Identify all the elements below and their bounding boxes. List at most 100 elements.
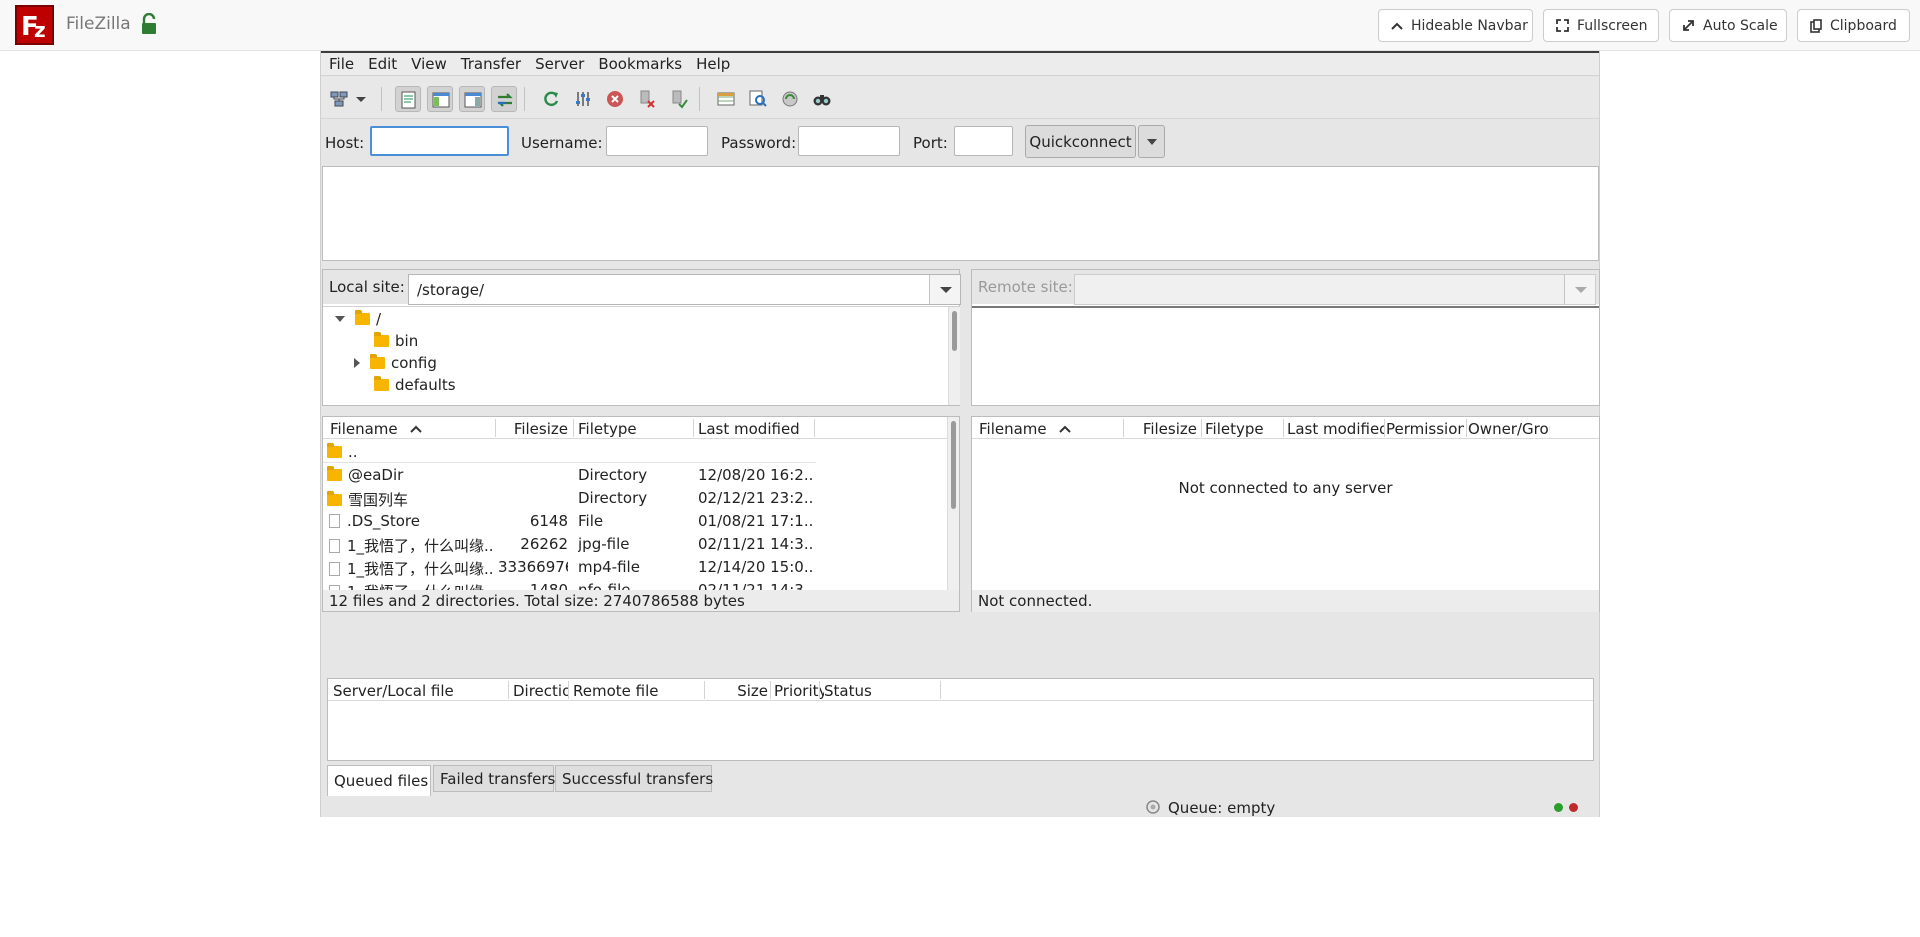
column-permissions[interactable]: Permissions bbox=[1386, 420, 1464, 438]
column-filesize[interactable]: Filesize bbox=[498, 420, 568, 438]
collapsed-arrow-icon[interactable] bbox=[354, 358, 360, 368]
column-separator bbox=[693, 419, 694, 437]
auto-scale-button[interactable]: Auto Scale bbox=[1669, 9, 1787, 42]
table-row[interactable]: 雪国列车 Directory 02/12/21 23:2... bbox=[323, 486, 947, 509]
username-input[interactable] bbox=[606, 126, 708, 156]
menu-view[interactable]: View bbox=[409, 55, 456, 73]
host-input[interactable] bbox=[370, 126, 509, 156]
toolbar-separator bbox=[699, 87, 700, 111]
table-row[interactable]: .. bbox=[323, 440, 816, 463]
column-filetype[interactable]: Filetype bbox=[578, 420, 688, 438]
bottom-status-bar: Queue: empty bbox=[321, 798, 1599, 818]
cancel-icon[interactable] bbox=[602, 86, 628, 112]
tree-item-label: config bbox=[391, 354, 437, 372]
expand-icon bbox=[1556, 19, 1569, 32]
column-priority[interactable]: Priority bbox=[774, 682, 824, 700]
table-row[interactable]: 1_我悟了，什么叫缘... 26262 jpg-file 02/11/21 14:3.… bbox=[323, 532, 947, 555]
tab-queued-files[interactable]: Queued files bbox=[327, 765, 431, 796]
folder-icon bbox=[374, 332, 389, 347]
hideable-navbar-label: Hideable Navbar bbox=[1411, 17, 1528, 34]
remote-directory-tree bbox=[972, 306, 1599, 405]
scrollbar-thumb[interactable] bbox=[951, 421, 956, 509]
column-filesize[interactable]: Filesize bbox=[1127, 420, 1197, 438]
tab-successful-transfers[interactable]: Successful transfers bbox=[555, 765, 713, 792]
host-label: Host: bbox=[325, 134, 365, 152]
local-tree-scrollbar[interactable] bbox=[948, 307, 960, 405]
remote-tree-panel: Remote site: bbox=[971, 269, 1600, 406]
menu-help[interactable]: Help bbox=[694, 55, 739, 73]
process-queue-icon[interactable] bbox=[570, 86, 596, 112]
toggle-message-log-icon[interactable] bbox=[395, 86, 421, 112]
column-separator bbox=[770, 681, 771, 699]
clipboard-button[interactable]: Clipboard bbox=[1797, 9, 1910, 42]
search-remote-files-icon[interactable] bbox=[809, 86, 835, 112]
column-direction[interactable]: Direction bbox=[513, 682, 569, 700]
column-size[interactable]: Size bbox=[708, 682, 768, 700]
column-remote-file[interactable]: Remote file bbox=[573, 682, 703, 700]
expanded-arrow-icon[interactable] bbox=[335, 316, 345, 322]
filename-text: 1_我悟了，什么叫缘... bbox=[347, 537, 495, 555]
synchronized-browsing-icon[interactable] bbox=[777, 86, 803, 112]
menu-server[interactable]: Server bbox=[533, 55, 593, 73]
column-last-modified[interactable]: Last modified bbox=[1287, 420, 1384, 438]
sort-ascending-icon bbox=[1059, 425, 1072, 433]
quickconnect-dropdown[interactable] bbox=[1138, 125, 1165, 158]
port-input[interactable] bbox=[954, 126, 1013, 156]
column-separator bbox=[1466, 419, 1467, 437]
fullscreen-button[interactable]: Fullscreen bbox=[1543, 9, 1659, 42]
queue-status-icon bbox=[1145, 799, 1161, 819]
dropdown-arrow-icon[interactable] bbox=[348, 86, 374, 112]
tree-item-config[interactable]: config bbox=[354, 352, 437, 374]
disconnect-icon[interactable] bbox=[634, 86, 660, 112]
cell-filename: 雪国列车 bbox=[327, 489, 495, 510]
tree-item-bin[interactable]: bin bbox=[374, 330, 418, 352]
cell-filesize: 26262 bbox=[520, 535, 568, 553]
reconnect-icon[interactable] bbox=[666, 86, 692, 112]
toggle-local-tree-icon[interactable] bbox=[427, 86, 453, 112]
column-owner-group[interactable]: Owner/Group bbox=[1468, 420, 1550, 438]
menu-file[interactable]: File bbox=[327, 55, 363, 73]
folder-icon bbox=[327, 490, 342, 506]
toggle-remote-tree-icon[interactable] bbox=[459, 86, 485, 112]
column-filename[interactable]: Filename bbox=[979, 420, 1119, 438]
column-separator bbox=[1201, 419, 1202, 437]
column-status[interactable]: Status bbox=[824, 682, 934, 700]
hideable-navbar-button[interactable]: Hideable Navbar bbox=[1378, 9, 1533, 42]
column-filetype[interactable]: Filetype bbox=[1205, 420, 1280, 438]
menu-transfer[interactable]: Transfer bbox=[459, 55, 530, 73]
remote-site-combobox[interactable] bbox=[1074, 274, 1596, 305]
message-log[interactable] bbox=[322, 166, 1599, 261]
chevron-down-icon[interactable] bbox=[1564, 275, 1595, 304]
column-last-modified[interactable]: Last modified bbox=[698, 420, 808, 438]
column-filename[interactable]: Filename bbox=[330, 420, 490, 438]
table-row[interactable]: .DS_Store 6148 File 01/08/21 17:1... bbox=[323, 509, 947, 532]
tree-item-root[interactable]: / bbox=[335, 308, 381, 330]
table-row[interactable]: 1_我悟了，什么叫缘... 33366976 mp4-file 12/14/20 15… bbox=[323, 555, 947, 578]
cell-last-modified: 12/14/20 15:0... bbox=[698, 558, 814, 576]
password-input[interactable] bbox=[798, 126, 900, 156]
scrollbar-thumb[interactable] bbox=[952, 311, 957, 351]
tree-item-label: bin bbox=[395, 332, 419, 350]
top-navbar: F z FileZilla Hideable Navbar Fullscreen… bbox=[0, 0, 1920, 51]
cell-filename: .. bbox=[327, 443, 495, 461]
chevron-down-icon[interactable] bbox=[929, 275, 960, 304]
file-icon bbox=[329, 514, 340, 528]
toggle-comparison-icon[interactable] bbox=[745, 86, 771, 112]
menubar: File Edit View Transfer Server Bookmarks… bbox=[321, 51, 1599, 76]
column-separator bbox=[1384, 419, 1385, 437]
local-list-scrollbar[interactable] bbox=[947, 417, 959, 591]
directory-listing-filters-icon[interactable] bbox=[713, 86, 739, 112]
menu-bookmarks[interactable]: Bookmarks bbox=[596, 55, 691, 73]
local-site-combobox[interactable]: /storage/ bbox=[408, 274, 961, 305]
local-site-bar: Local site: /storage/ bbox=[323, 270, 961, 305]
quickconnect-button[interactable]: Quickconnect bbox=[1025, 125, 1136, 158]
tree-item-defaults[interactable]: defaults bbox=[374, 374, 456, 396]
menu-edit[interactable]: Edit bbox=[366, 55, 406, 73]
local-list-header: Filename Filesize Filetype Last modified bbox=[323, 417, 947, 439]
table-row[interactable]: @eaDir Directory 12/08/20 16:2... bbox=[323, 463, 947, 486]
tab-failed-transfers[interactable]: Failed transfers bbox=[433, 765, 555, 792]
file-icon bbox=[329, 561, 340, 576]
column-server-local-file[interactable]: Server/Local file bbox=[333, 682, 473, 700]
toggle-transfer-queue-icon[interactable] bbox=[491, 86, 517, 112]
refresh-icon[interactable] bbox=[538, 86, 564, 112]
